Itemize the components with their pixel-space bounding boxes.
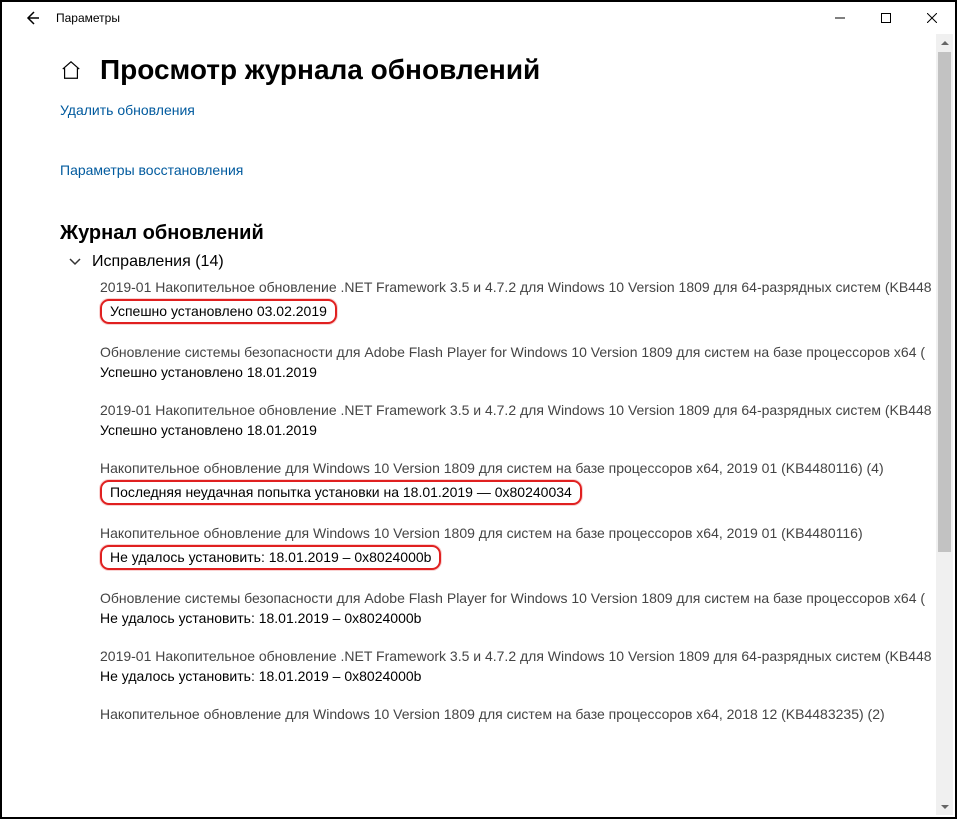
window-controls xyxy=(817,2,955,34)
update-name[interactable]: Обновление системы безопасности для Adob… xyxy=(100,590,945,606)
update-status: Успешно установлено 18.01.2019 xyxy=(100,422,317,438)
minimize-button[interactable] xyxy=(817,2,863,34)
page-header: Просмотр журнала обновлений xyxy=(2,44,955,102)
back-button[interactable] xyxy=(18,4,46,32)
settings-window: Параметры Просмотр журнала обновлений xyxy=(2,2,955,817)
group-label: Исправления (14) xyxy=(92,253,224,271)
maximize-button[interactable] xyxy=(863,2,909,34)
update-status: Не удалось установить: 18.01.2019 – 0x80… xyxy=(100,610,421,626)
uninstall-updates-link[interactable]: Удалить обновления xyxy=(60,102,195,118)
scroll-up-arrow-icon[interactable] xyxy=(936,34,953,51)
update-status: Успешно установлено 18.01.2019 xyxy=(100,364,317,380)
update-item: 2019-01 Накопительное обновление .NET Fr… xyxy=(100,402,945,440)
vertical-scrollbar[interactable] xyxy=(936,34,953,815)
section-title: Журнал обновлений xyxy=(2,222,955,245)
update-item: Накопительное обновление для Windows 10 … xyxy=(100,706,945,722)
update-name[interactable]: 2019-01 Накопительное обновление .NET Fr… xyxy=(100,402,945,418)
update-status: Не удалось установить: 18.01.2019 – 0x80… xyxy=(100,545,441,570)
update-name[interactable]: Накопительное обновление для Windows 10 … xyxy=(100,525,945,541)
chevron-down-icon xyxy=(68,254,84,270)
update-item: Накопительное обновление для Windows 10 … xyxy=(100,460,945,505)
update-item: Обновление системы безопасности для Adob… xyxy=(100,344,945,382)
scroll-thumb[interactable] xyxy=(938,52,951,552)
titlebar: Параметры xyxy=(2,2,955,34)
update-name[interactable]: Обновление системы безопасности для Adob… xyxy=(100,344,945,360)
update-status: Успешно установлено 03.02.2019 xyxy=(100,299,337,324)
home-icon[interactable] xyxy=(60,59,82,81)
page-title: Просмотр журнала обновлений xyxy=(100,54,540,86)
window-title: Параметры xyxy=(56,11,817,25)
update-status: Не удалось установить: 18.01.2019 – 0x80… xyxy=(100,668,421,684)
update-name[interactable]: Накопительное обновление для Windows 10 … xyxy=(100,706,945,722)
action-links: Удалить обновления Параметры восстановле… xyxy=(2,102,955,200)
update-item: 2019-01 Накопительное обновление .NET Fr… xyxy=(100,279,945,324)
update-items-list: 2019-01 Накопительное обновление .NET Fr… xyxy=(2,279,955,722)
update-status: Последняя неудачная попытка установки на… xyxy=(100,480,582,505)
update-name[interactable]: 2019-01 Накопительное обновление .NET Fr… xyxy=(100,279,945,295)
close-button[interactable] xyxy=(909,2,955,34)
content-area: Просмотр журнала обновлений Удалить обно… xyxy=(2,34,955,817)
group-header[interactable]: Исправления (14) xyxy=(2,253,955,271)
update-name[interactable]: 2019-01 Накопительное обновление .NET Fr… xyxy=(100,648,945,664)
update-item: Обновление системы безопасности для Adob… xyxy=(100,590,945,628)
update-item: Накопительное обновление для Windows 10 … xyxy=(100,525,945,570)
scroll-down-arrow-icon[interactable] xyxy=(936,798,953,815)
recovery-options-link[interactable]: Параметры восстановления xyxy=(60,162,243,178)
update-item: 2019-01 Накопительное обновление .NET Fr… xyxy=(100,648,945,686)
update-name[interactable]: Накопительное обновление для Windows 10 … xyxy=(100,460,945,476)
